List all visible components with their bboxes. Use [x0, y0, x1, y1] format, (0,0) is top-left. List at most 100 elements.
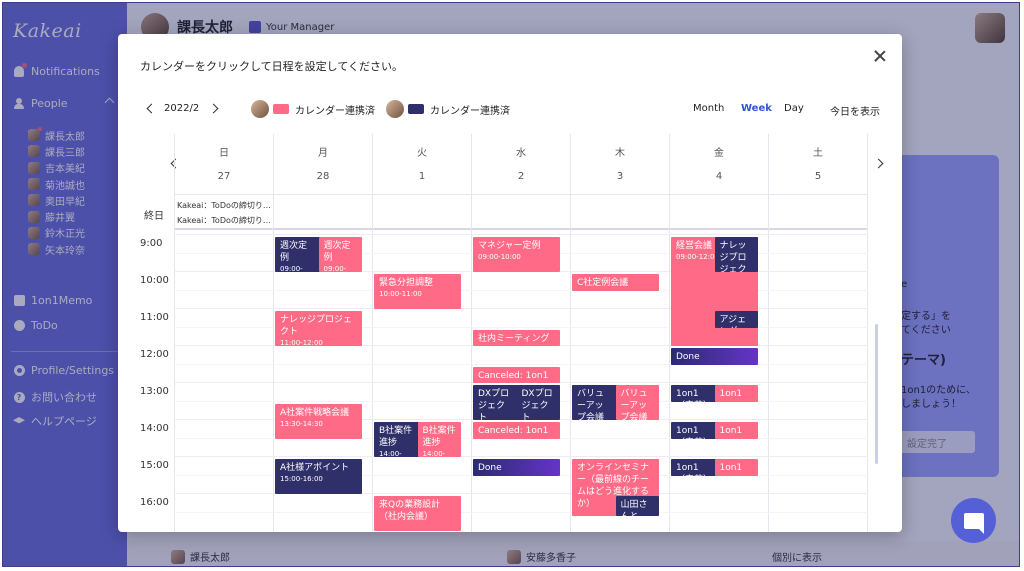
calendar-event[interactable]: 緊急分担調整 10:00-11:00: [374, 274, 461, 309]
calendar-event[interactable]: 来Qの業務設計（社内会議）: [374, 496, 461, 531]
calendar-event[interactable]: 週次定例 09:00-: [318, 237, 362, 272]
time-label: 13:00: [140, 386, 169, 397]
event-title: Done: [676, 352, 700, 362]
event-title: バリューアップ会議: [577, 389, 605, 420]
close-icon[interactable]: [872, 48, 888, 64]
calendar-event[interactable]: 山田さんと: [615, 496, 659, 517]
chevron-left-icon[interactable]: [146, 103, 157, 114]
day-header: 月 28: [273, 134, 372, 194]
column-divider: [174, 134, 175, 532]
day-number[interactable]: 4: [670, 171, 768, 182]
time-label: 14:00: [140, 423, 169, 434]
event-title: DXプロジェクト: [521, 389, 553, 420]
allday-label: 終日: [144, 211, 164, 222]
calendar-event[interactable]: 1on1: [714, 459, 758, 476]
event-title: ナレッジプロジェクト: [719, 241, 747, 272]
legend-swatch: [408, 104, 424, 114]
event-title: B社案件進捗: [422, 426, 456, 448]
legend-label: カレンダー連携済: [295, 105, 375, 117]
view-week-button[interactable]: Week: [741, 103, 772, 114]
legend-item: カレンダー連携済: [386, 100, 510, 118]
time-label: 11:00: [140, 312, 169, 323]
calendar-event[interactable]: B社案件進捗 14:00-: [417, 422, 461, 457]
calendar-event[interactable]: DXプロジェクト13:00-14:00: [473, 385, 519, 420]
event-title: ナレッジプロジェクト: [280, 315, 353, 337]
avatar: [251, 100, 269, 118]
calendar-event[interactable]: Canceled: 1on1: [473, 366, 560, 383]
column-divider: [570, 134, 571, 532]
calendar-event[interactable]: Done: [473, 459, 560, 476]
column-divider: [867, 134, 868, 532]
hour-line: [174, 234, 868, 235]
day-number[interactable]: 3: [571, 171, 669, 182]
day-name: 月: [318, 148, 328, 159]
day-number[interactable]: 1: [373, 171, 471, 182]
time-label: 15:00: [140, 460, 169, 471]
time-label: 16:00: [140, 497, 169, 508]
day-name: 水: [516, 148, 526, 159]
calendar-event[interactable]: ナレッジプロジェクト 11:00-12:00: [275, 311, 362, 346]
calendar-event[interactable]: Done: [671, 348, 758, 365]
chat-icon: [963, 512, 984, 534]
schedule-modal: カレンダーをクリックして日程を設定してください。 2022/2 カレンダー連携済…: [118, 34, 902, 532]
day-number[interactable]: 5: [769, 171, 867, 182]
legend-swatch: [273, 104, 289, 114]
calendar-event[interactable]: 1on1（安藤）: [671, 459, 717, 476]
today-button[interactable]: 今日を表示: [830, 103, 880, 118]
calendar-event[interactable]: A社様アポイント 15:00-16:00: [275, 459, 362, 494]
day-name: 木: [615, 148, 625, 159]
calendar-event[interactable]: 週次定例 09:00-10:00: [275, 237, 321, 272]
week-calendar[interactable]: 日 27 月 28 火 1 水 2 木 3 金 4 土 5 終日 Kakeai：ToDoの締切り… Kak…: [118, 134, 902, 532]
calendar-event[interactable]: 1on1（安藤）: [671, 385, 717, 402]
calendar-event[interactable]: バリューアップ会議13:00-14:00: [572, 385, 618, 420]
calendar-event[interactable]: アジェンダ: [714, 311, 758, 328]
view-month-button[interactable]: Month: [693, 103, 724, 114]
modal-title: カレンダーをクリックして日程を設定してください。: [140, 60, 404, 73]
calendar-event[interactable]: 1on1: [714, 422, 758, 439]
calendar-event[interactable]: DXプロジェクト: [516, 385, 560, 420]
event-title: 1on1（安藤）: [676, 389, 712, 402]
event-title: 週次定例: [323, 241, 351, 263]
day-name: 火: [417, 148, 427, 159]
event-time: 11:00-12:00: [280, 339, 323, 346]
allday-event[interactable]: Kakeai：ToDoの締切り…: [177, 200, 271, 211]
calendar-event[interactable]: 1on1（安藤）: [671, 422, 717, 439]
event-title: Canceled: 1on1: [478, 370, 549, 381]
allday-row: [174, 194, 868, 230]
hour-line: [174, 308, 868, 309]
event-title: DXプロジェクト: [478, 389, 510, 420]
event-time: 14:00-15:00: [379, 450, 402, 457]
avatar: [386, 100, 404, 118]
day-number[interactable]: 28: [274, 171, 372, 182]
chevron-right-icon[interactable]: [873, 158, 884, 169]
day-header: 水2: [471, 134, 570, 194]
event-title: 経営会議: [676, 241, 713, 251]
day-number[interactable]: 2: [472, 171, 570, 182]
calendar-event[interactable]: C社定例会議: [572, 274, 659, 291]
legend-label: カレンダー連携済: [430, 105, 510, 117]
calendar-event[interactable]: 社内ミーティング: [473, 329, 560, 346]
day-header: 火1: [372, 134, 471, 194]
calendar-event[interactable]: 1on1: [714, 385, 758, 402]
chevron-right-icon[interactable]: [208, 103, 219, 114]
time-label: 10:00: [140, 275, 169, 286]
event-title: アジェンダ: [719, 315, 747, 328]
calendar-event[interactable]: ナレッジプロジェクト: [714, 237, 758, 272]
half-hour-line: [174, 363, 868, 365]
view-day-button[interactable]: Day: [784, 103, 804, 114]
event-title: 1on1（安藤）: [676, 463, 712, 476]
day-number[interactable]: 27: [175, 171, 273, 182]
event-title: 来Qの業務設計（社内会議）: [379, 500, 441, 522]
event-title: 1on1: [719, 426, 743, 436]
calendar-event[interactable]: バリューアップ会議: [615, 385, 659, 420]
calendar-event[interactable]: マネジャー定例 09:00-10:00: [473, 237, 560, 272]
day-header: 日 27: [174, 134, 273, 194]
scrollbar[interactable]: [875, 324, 878, 464]
calendar-event[interactable]: A社案件戦略会議 13:30-14:30: [275, 403, 362, 439]
calendar-event[interactable]: Canceled: 1on1: [473, 422, 560, 439]
allday-event[interactable]: Kakeai：ToDoの締切り…: [177, 215, 271, 226]
column-divider: [372, 134, 373, 532]
column-divider: [273, 134, 274, 532]
chat-button[interactable]: [951, 498, 996, 543]
calendar-event[interactable]: B社案件進捗 14:00-15:00: [374, 422, 420, 457]
